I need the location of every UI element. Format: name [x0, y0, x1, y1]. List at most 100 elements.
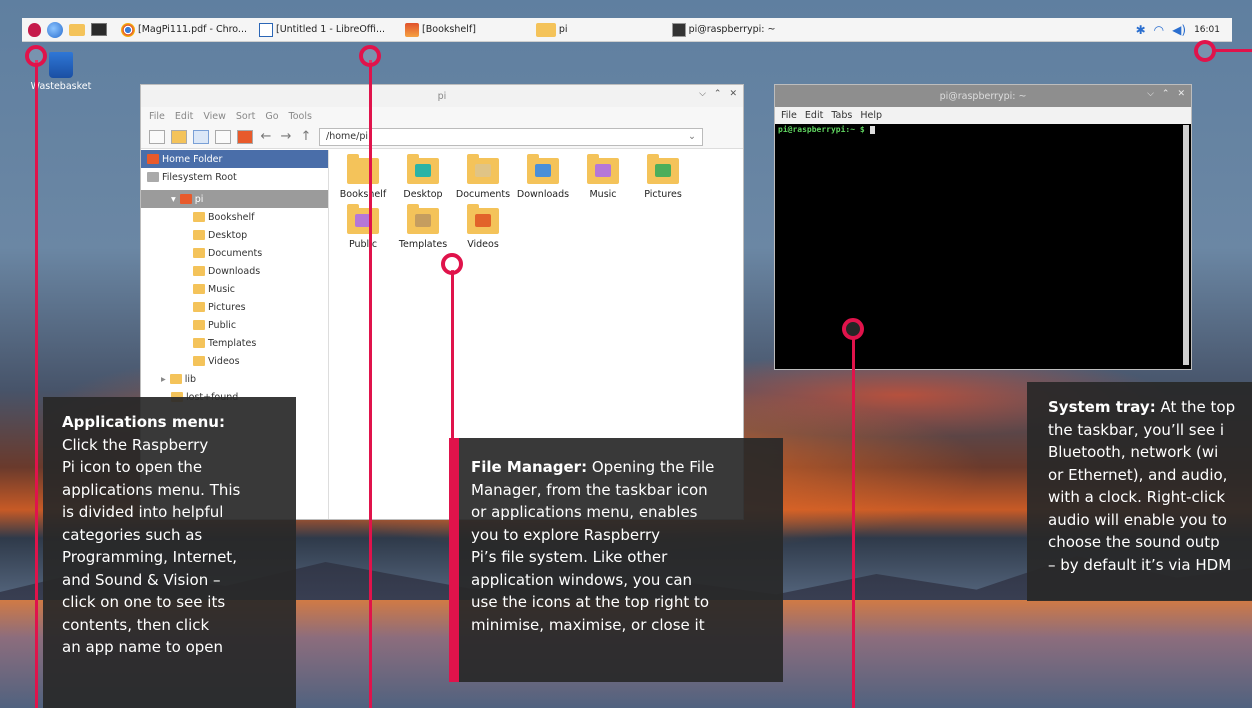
- folder-item[interactable]: Music: [573, 154, 633, 208]
- chevron-right-icon[interactable]: ▸: [161, 374, 166, 385]
- folder-item[interactable]: Desktop: [393, 154, 453, 208]
- path-input[interactable]: /home/pi ⌄: [319, 127, 703, 146]
- task-chromium[interactable]: [MagPi111.pdf - Chro...: [117, 19, 251, 41]
- tree-item-downloads[interactable]: Downloads: [141, 262, 328, 280]
- tree-item-label: Public: [208, 319, 237, 331]
- close-icon[interactable]: ✕: [729, 89, 737, 99]
- menu-tabs[interactable]: Tabs: [831, 110, 852, 121]
- sidebar-item-home[interactable]: Home Folder: [141, 150, 328, 168]
- terminal-output[interactable]: pi@raspberrypi:~ $: [775, 124, 1191, 135]
- window-title: pi@raspberrypi: ~: [939, 90, 1027, 102]
- tree-item-public[interactable]: Public: [141, 316, 328, 334]
- back-arrow-icon[interactable]: ←: [259, 129, 273, 144]
- folder-item[interactable]: Pictures: [633, 154, 693, 208]
- task-libreoffice[interactable]: [Untitled 1 - LibreOffi...: [255, 19, 389, 41]
- volume-icon[interactable]: ◀): [1172, 23, 1186, 37]
- tree-item-music[interactable]: Music: [141, 280, 328, 298]
- system-tray: ✱ ◠ ◀) 16:01: [1136, 23, 1232, 37]
- menu-file[interactable]: File: [149, 111, 165, 122]
- file-manager-icon[interactable]: [69, 23, 85, 36]
- folder-item[interactable]: Downloads: [513, 154, 573, 208]
- raspberry-pi-menu-icon[interactable]: [28, 22, 41, 37]
- tree-item-label: lib: [184, 373, 197, 385]
- folder-label: Documents: [455, 189, 511, 200]
- folder-icon: [467, 154, 499, 184]
- tree-item-videos[interactable]: Videos: [141, 352, 328, 370]
- tree-item-documents[interactable]: Documents: [141, 244, 328, 262]
- cursor: [869, 125, 875, 134]
- folder-item[interactable]: Templates: [393, 204, 453, 258]
- folder-icon: [193, 230, 205, 240]
- menu-sort[interactable]: Sort: [236, 111, 255, 122]
- tree-item-label: Templates: [208, 337, 257, 349]
- chevron-down-icon[interactable]: ⌄: [688, 131, 696, 142]
- fm-pointer-ring: [441, 253, 463, 275]
- web-browser-icon[interactable]: [47, 21, 63, 38]
- task-file-manager[interactable]: pi: [532, 19, 572, 41]
- folder-item[interactable]: Videos: [453, 204, 513, 258]
- file-manager-toolbar: ← → ↑ /home/pi ⌄: [141, 125, 743, 149]
- new-window-icon[interactable]: [149, 129, 165, 144]
- task-label: pi@raspberrypi: ~: [688, 24, 776, 35]
- sidebar-item-filesystem-root[interactable]: Filesystem Root: [141, 168, 328, 186]
- bluetooth-icon[interactable]: ✱: [1136, 23, 1146, 37]
- menu-edit[interactable]: Edit: [805, 110, 823, 121]
- callout-system-tray: System tray: At the top the taskbar, you…: [1027, 382, 1252, 601]
- menu-tools[interactable]: Tools: [289, 111, 312, 122]
- folder-icon: [407, 154, 439, 184]
- terminal-pointer-ring: [842, 318, 864, 340]
- folder-icon: [193, 302, 205, 312]
- menu-file[interactable]: File: [781, 110, 797, 121]
- folder-item[interactable]: Public: [333, 204, 393, 258]
- folder-icon: [193, 356, 205, 366]
- maximise-icon[interactable]: ⌃: [1162, 89, 1170, 99]
- menu-go[interactable]: Go: [265, 111, 278, 122]
- menu-help[interactable]: Help: [860, 110, 882, 121]
- new-folder-icon[interactable]: [171, 129, 187, 144]
- tray-pointer-ring: [1194, 40, 1216, 62]
- folder-item[interactable]: Bookshelf: [333, 154, 393, 208]
- close-icon[interactable]: ✕: [1177, 89, 1185, 99]
- tree-item-lib[interactable]: ▸ lib: [141, 370, 328, 388]
- tree-item-bookshelf[interactable]: Bookshelf: [141, 208, 328, 226]
- home-icon[interactable]: [237, 129, 253, 144]
- icon-view-icon[interactable]: [193, 129, 209, 144]
- terminal-menubar: File Edit Tabs Help: [775, 107, 1191, 124]
- terminal-prompt: pi@raspberrypi:~ $: [778, 125, 865, 134]
- tree-item-templates[interactable]: Templates: [141, 334, 328, 352]
- terminal-titlebar[interactable]: pi@raspberrypi: ~ ⌵ ⌃ ✕: [775, 85, 1191, 107]
- task-terminal[interactable]: pi@raspberrypi: ~: [668, 19, 780, 41]
- minimise-icon[interactable]: ⌵: [1147, 89, 1154, 99]
- callout-heading: File Manager:: [471, 458, 588, 476]
- clock[interactable]: 16:01: [1194, 25, 1220, 35]
- list-view-icon[interactable]: [215, 129, 231, 144]
- task-bookshelf[interactable]: [Bookshelf]: [401, 19, 480, 41]
- folder-icon: [169, 374, 182, 384]
- wastebasket-label: Wastebasket: [30, 81, 92, 92]
- terminal-scrollbar[interactable]: [1183, 125, 1189, 365]
- folder-label: Videos: [467, 239, 499, 250]
- up-arrow-icon[interactable]: ↑: [299, 129, 313, 144]
- folder-icon: [535, 22, 556, 37]
- terminal-icon[interactable]: [91, 23, 107, 36]
- chevron-down-icon[interactable]: ▾: [171, 194, 176, 205]
- maximise-icon[interactable]: ⌃: [714, 89, 722, 99]
- chromium-icon: [121, 22, 135, 37]
- forward-arrow-icon[interactable]: →: [279, 129, 293, 144]
- folder-item[interactable]: Documents: [453, 154, 513, 208]
- wifi-icon[interactable]: ◠: [1154, 23, 1164, 37]
- menu-edit[interactable]: Edit: [175, 111, 193, 122]
- folder-icon: [647, 154, 679, 184]
- menu-view[interactable]: View: [203, 111, 226, 122]
- file-manager-titlebar[interactable]: pi ⌵ ⌃ ✕: [141, 85, 743, 107]
- callout-file-manager: File Manager: Opening the File Manager, …: [449, 438, 783, 682]
- terminal-pointer-line: [852, 336, 855, 708]
- window-controls: ⌵ ⌃ ✕: [1147, 89, 1185, 99]
- tree-item-desktop[interactable]: Desktop: [141, 226, 328, 244]
- apps-pointer-ring: [25, 45, 47, 67]
- folder-icon: [347, 154, 379, 184]
- minimise-icon[interactable]: ⌵: [699, 89, 706, 99]
- tree-item-pictures[interactable]: Pictures: [141, 298, 328, 316]
- taskbar: [MagPi111.pdf - Chro... [Untitled 1 - Li…: [22, 18, 1232, 42]
- tree-item-pi[interactable]: ▾ pi: [141, 190, 328, 208]
